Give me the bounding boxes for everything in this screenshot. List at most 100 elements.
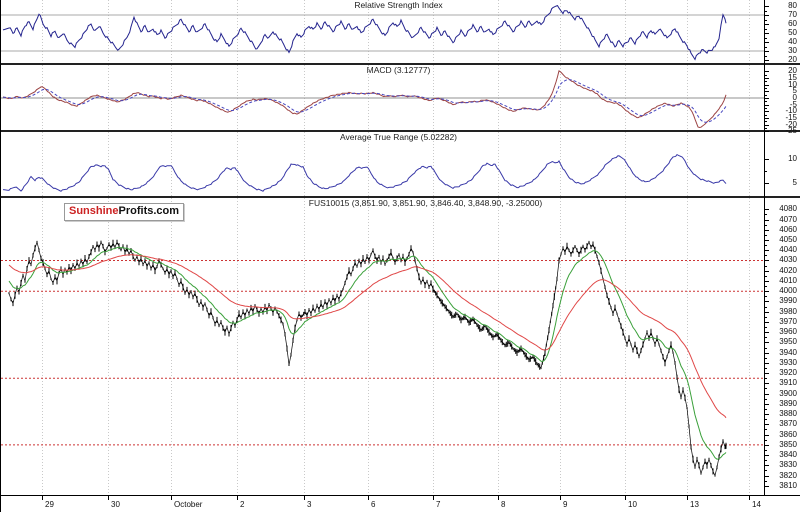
y-axis-minor-tick xyxy=(765,56,767,57)
y-axis-label: 3860 xyxy=(779,431,797,439)
y-axis-tick xyxy=(765,118,769,119)
y-axis-minor-tick xyxy=(765,38,767,39)
x-axis-tick xyxy=(42,496,43,500)
price-plot xyxy=(1,198,764,495)
y-axis-minor-tick xyxy=(765,419,767,420)
x-axis-tick xyxy=(108,496,109,500)
price-bars xyxy=(9,240,726,477)
y-axis-minor-tick xyxy=(765,88,767,89)
series-ma-slow xyxy=(9,255,726,418)
x-axis-label: 9 xyxy=(563,500,567,509)
y-axis-tick xyxy=(765,105,769,106)
y-axis-minor-tick xyxy=(765,450,767,451)
y-axis-minor-tick xyxy=(765,266,767,267)
y-axis-label: 3980 xyxy=(779,308,797,316)
y-axis-tick xyxy=(765,435,769,436)
y-axis-tick xyxy=(765,183,769,184)
y-axis-label: 40 xyxy=(788,38,797,46)
y-axis-tick xyxy=(765,131,769,132)
y-axis-minor-tick xyxy=(765,470,767,471)
y-axis-tick xyxy=(765,465,769,466)
y-axis-minor-tick xyxy=(765,235,767,236)
y-axis-tick xyxy=(765,424,769,425)
y-axis-tick xyxy=(765,60,769,61)
right-axis: 8070605040302020151050-5-10-15-20-251054… xyxy=(764,0,800,496)
x-axis-label: 10 xyxy=(628,500,637,509)
y-axis-minor-tick xyxy=(765,440,767,441)
y-axis-label: 4050 xyxy=(779,236,797,244)
y-axis-minor-tick xyxy=(765,121,767,122)
y-axis-minor-tick xyxy=(765,225,767,226)
y-axis-label: 3990 xyxy=(779,297,797,305)
y-axis-tick xyxy=(765,24,769,25)
y-axis-label: 3930 xyxy=(779,359,797,367)
y-axis-label: 5 xyxy=(793,179,797,187)
x-axis-label: 7 xyxy=(436,500,440,509)
y-axis-minor-tick xyxy=(765,214,767,215)
y-axis-label: 3850 xyxy=(779,441,797,449)
chart-root: Relative Strength Index MACD (3.12777) A… xyxy=(0,0,800,512)
price-connector xyxy=(9,242,726,476)
y-axis-minor-tick xyxy=(765,115,767,116)
y-axis-label: 4080 xyxy=(779,205,797,213)
y-axis-label: 60 xyxy=(788,20,797,28)
y-axis-tick xyxy=(765,111,769,112)
atr-panel: Average True Range (5.02282) xyxy=(1,132,764,196)
atr-plot xyxy=(1,132,764,196)
y-axis-tick xyxy=(765,71,769,72)
y-axis-tick xyxy=(765,486,769,487)
logo-sunshine: Sunshine xyxy=(69,205,119,217)
y-axis-tick xyxy=(765,342,769,343)
y-axis-label: 4000 xyxy=(779,287,797,295)
series-ma-fast xyxy=(9,247,726,459)
y-axis-label: 3810 xyxy=(779,482,797,490)
logo-profits: Profits.com xyxy=(119,205,180,217)
y-axis-label: 10 xyxy=(788,155,797,163)
y-axis-minor-tick xyxy=(765,399,767,400)
y-axis-label: 3820 xyxy=(779,472,797,480)
y-axis-label: 4070 xyxy=(779,216,797,224)
y-axis-label: 3880 xyxy=(779,410,797,418)
y-axis-minor-tick xyxy=(765,409,767,410)
macd-plot xyxy=(1,65,764,130)
y-axis-tick xyxy=(765,42,769,43)
series-atr xyxy=(3,155,726,192)
y-axis-tick xyxy=(765,414,769,415)
y-axis-tick xyxy=(765,322,769,323)
y-axis-tick xyxy=(765,260,769,261)
y-axis-minor-tick xyxy=(765,276,767,277)
y-axis-minor-tick xyxy=(765,245,767,246)
y-axis-minor-tick xyxy=(765,128,767,129)
y-axis-tick xyxy=(765,125,769,126)
y-axis-minor-tick xyxy=(765,108,767,109)
y-axis-tick xyxy=(765,271,769,272)
y-axis-tick xyxy=(765,312,769,313)
y-axis-tick xyxy=(765,281,769,282)
y-axis-tick xyxy=(765,98,769,99)
x-axis-tick xyxy=(237,496,238,500)
y-axis-tick xyxy=(765,332,769,333)
y-axis-minor-tick xyxy=(765,171,767,172)
x-axis-label: 30 xyxy=(111,500,120,509)
y-axis-minor-tick xyxy=(765,47,767,48)
y-axis-label: 3870 xyxy=(779,420,797,428)
y-axis-tick xyxy=(765,250,769,251)
y-axis-tick xyxy=(765,476,769,477)
y-axis-tick xyxy=(765,220,769,221)
y-axis-label: 50 xyxy=(788,29,797,37)
y-axis-tick xyxy=(765,91,769,92)
x-axis-tick xyxy=(687,496,688,500)
y-axis-tick xyxy=(765,159,769,160)
y-axis-minor-tick xyxy=(765,368,767,369)
y-axis-label: 3830 xyxy=(779,461,797,469)
y-axis-label: 3890 xyxy=(779,400,797,408)
y-axis-tick xyxy=(765,6,769,7)
y-axis-label: 4060 xyxy=(779,226,797,234)
y-axis-tick xyxy=(765,383,769,384)
y-axis-label: 80 xyxy=(788,2,797,10)
y-axis-minor-tick xyxy=(765,307,767,308)
y-axis-minor-tick xyxy=(765,95,767,96)
y-axis-label: 3920 xyxy=(779,369,797,377)
sunshineprofits-logo: SunshineProfits.com xyxy=(64,203,184,221)
y-axis-label: 3940 xyxy=(779,349,797,357)
